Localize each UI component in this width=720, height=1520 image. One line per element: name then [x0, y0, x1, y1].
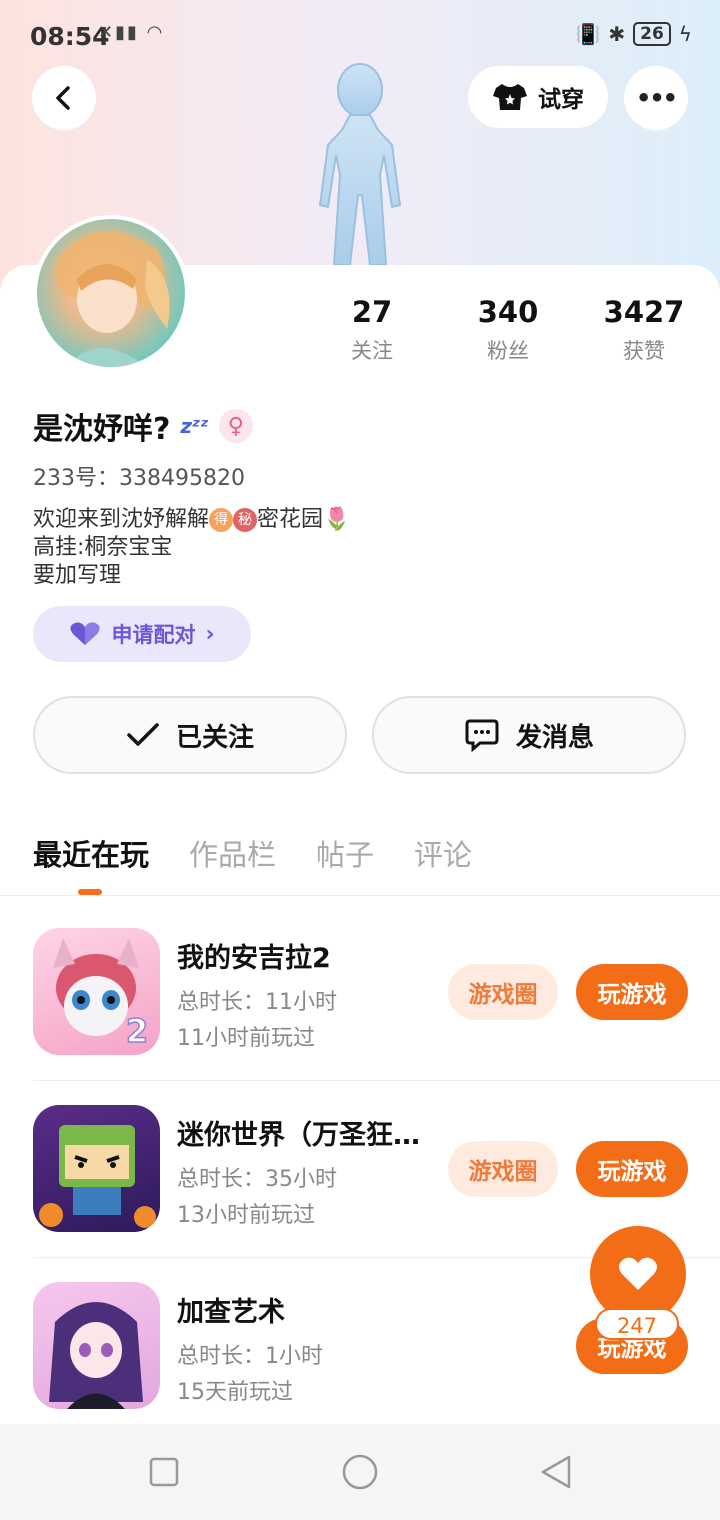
game-last-played: 15天前玩过 [177, 1380, 293, 1405]
game-title[interactable]: 迷你世界（万圣狂欢） [177, 1113, 432, 1152]
avatar[interactable] [33, 215, 189, 371]
game-badge: 2 [126, 1012, 148, 1050]
mi-emoji-icon: 秘 [233, 508, 258, 532]
send-message-button[interactable]: 发消息 [372, 696, 686, 774]
tab-recently-played[interactable]: 最近在玩 [33, 832, 149, 874]
home-button[interactable] [336, 1448, 384, 1496]
game-circle-button[interactable]: 游戏圈 [448, 1141, 558, 1197]
stat-likes-value: 3427 [603, 295, 685, 329]
back-button[interactable] [32, 66, 96, 130]
game-row[interactable]: 2 我的安吉拉2 总时长：11小时 11小时前玩过 游戏圈 玩游戏 [0, 928, 720, 1104]
zzz-sleep-icon: zᶻᶻ [180, 414, 209, 438]
profile-name-text: 是沈妤咩? [33, 412, 171, 447]
stat-fans-label: 粉丝 [487, 339, 529, 363]
play-game-button[interactable]: 玩游戏 [576, 1141, 688, 1197]
stat-likes-label: 获赞 [623, 339, 665, 363]
charging-icon: ϟ [678, 22, 692, 46]
bluetooth-icon: ✱ [608, 22, 626, 46]
status-bar: 08:54 ✕▮▮ ◠ 📳 ✱ 26 ϟ [0, 0, 720, 74]
game-circle-button[interactable]: 游戏圈 [448, 964, 558, 1020]
game-last-played: 13小时前玩过 [177, 1203, 315, 1228]
heart-icon [618, 1257, 658, 1290]
bio-line-1-end: 密花园 [257, 507, 324, 532]
check-icon [127, 723, 159, 746]
message-bubble-icon [465, 719, 499, 752]
circle-icon [342, 1454, 378, 1490]
stat-following-label: 关注 [351, 339, 393, 363]
play-game-button[interactable]: 玩游戏 [576, 964, 688, 1020]
recent-apps-button[interactable] [140, 1448, 188, 1496]
game-title[interactable]: 加查艺术 [177, 1290, 432, 1329]
try-on-label: 试穿 [538, 87, 584, 113]
game-icon-angela[interactable]: 2 [33, 928, 160, 1055]
stat-fans[interactable]: 340 粉丝 [448, 295, 568, 365]
stat-following[interactable]: 27 关注 [312, 295, 432, 365]
user-id[interactable]: 233号：338495820 [33, 460, 245, 492]
like-count: 247 [595, 1308, 679, 1340]
tab-posts[interactable]: 帖子 [316, 832, 374, 874]
game-duration: 总时长：35小时 [177, 1167, 337, 1192]
more-dots-icon: ••• [635, 84, 678, 112]
send-message-label: 发消息 [515, 722, 594, 753]
stat-following-value: 27 [351, 295, 393, 329]
followed-button[interactable]: 已关注 [33, 696, 347, 774]
bio-line-2: 高挂:桐奈宝宝 [33, 535, 173, 560]
back-nav-button[interactable] [532, 1448, 580, 1496]
game-last-played: 11小时前玩过 [177, 1026, 315, 1051]
heart-pair-icon [70, 622, 101, 645]
shirt-icon [493, 84, 527, 110]
status-right: 📳 ✱ 26 ϟ [575, 22, 692, 46]
profile-tabs: 最近在玩 作品栏 帖子 评论 [33, 832, 472, 874]
tulip-icon: 🌷 [323, 507, 351, 532]
more-button[interactable]: ••• [624, 66, 688, 130]
game-duration: 总时长：1小时 [177, 1344, 323, 1369]
game-duration: 总时长：11小时 [177, 990, 337, 1015]
followed-label: 已关注 [175, 722, 254, 753]
avatar-image [54, 231, 170, 367]
chevron-left-icon [56, 86, 70, 110]
stat-fans-value: 340 [477, 295, 539, 329]
signal-icon: ✕▮▮ ◠ [98, 22, 165, 43]
square-icon [149, 1457, 179, 1487]
tab-works[interactable]: 作品栏 [189, 832, 276, 874]
row-divider [33, 1080, 720, 1081]
battery-icon: 26 [633, 22, 671, 46]
de-emoji-icon: 得 [209, 508, 234, 532]
avatar-figure-silhouette [318, 63, 402, 265]
stat-likes[interactable]: 3427 获赞 [584, 295, 704, 365]
bio-line-3: 要加写理 [33, 563, 122, 588]
female-gender-icon: ♀ [218, 409, 253, 443]
system-nav-bar [0, 1424, 720, 1520]
bio-line-1-start: 欢迎来到沈妤解解 [33, 507, 210, 532]
chevron-right-icon: › [205, 621, 215, 647]
tab-comments[interactable]: 评论 [414, 832, 472, 874]
try-on-button[interactable]: 试穿 [468, 66, 608, 128]
bio-line-1: 欢迎来到沈妤解解得秘密花园🌷 [33, 506, 350, 534]
game-icon-mini-world[interactable] [33, 1105, 160, 1232]
request-pair-label: 申请配对 [111, 623, 196, 647]
triangle-back-icon [541, 1455, 571, 1489]
game-title[interactable]: 我的安吉拉2 [177, 936, 432, 975]
profile-bio: 欢迎来到沈妤解解得秘密花园🌷 高挂:桐奈宝宝 要加写理 [33, 506, 350, 590]
request-pair-button[interactable]: 申请配对 › [33, 606, 251, 662]
game-icon-gacha-art[interactable] [33, 1282, 160, 1409]
tab-divider [0, 895, 720, 896]
profile-name: 是沈妤咩? zᶻᶻ ♀ [33, 404, 253, 448]
vibrate-icon: 📳 [575, 22, 601, 46]
